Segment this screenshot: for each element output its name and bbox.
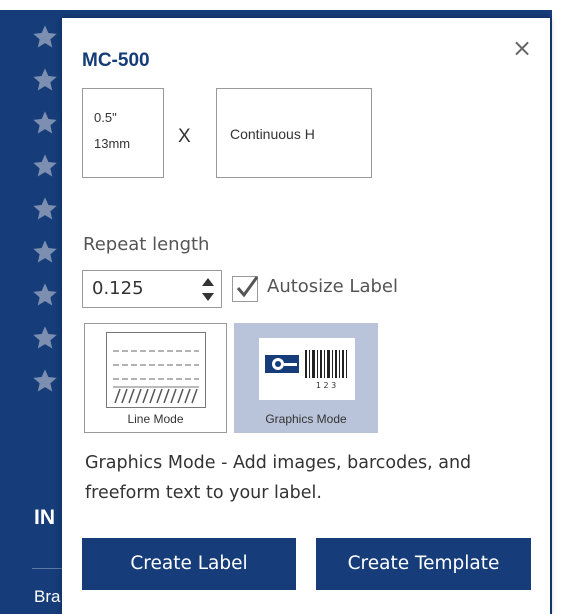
checkmark-icon <box>236 276 259 298</box>
mode-description: Graphics Mode - Add images, barcodes, an… <box>85 453 472 503</box>
star-icon[interactable] <box>31 367 59 395</box>
star-icon[interactable] <box>31 109 59 137</box>
star-icon[interactable] <box>31 281 59 309</box>
line-mode-label: Line Mode <box>127 412 184 426</box>
printer-settings-popup: MC-500 × 0.5" 13mm X Continuous H Repeat… <box>62 18 550 614</box>
popup-title: MC-500 <box>82 50 150 71</box>
star-icon[interactable] <box>31 23 59 51</box>
background-divider <box>32 568 62 569</box>
star-icon[interactable] <box>31 324 59 352</box>
autosize-checkbox[interactable] <box>232 276 259 302</box>
spin-down-icon[interactable] <box>202 293 214 301</box>
repeat-length-label: Repeat length <box>83 234 210 255</box>
arrow-icon[interactable]: ❯ <box>552 525 564 551</box>
barcode-digits: 1 2 3 <box>316 381 336 390</box>
line-mode-icon <box>106 332 206 408</box>
graphics-mode-icon: 1 2 3 <box>259 338 355 400</box>
background-top-strip <box>0 0 564 10</box>
graphics-mode-label: Graphics Mode <box>265 412 347 426</box>
background-subtext: Bra <box>34 587 61 606</box>
graphics-mode-button[interactable]: 1 2 3 Graphics Mode <box>234 323 378 433</box>
star-icon[interactable] <box>31 66 59 94</box>
label-length-box[interactable]: Continuous H <box>216 88 372 178</box>
background-right-strip <box>552 10 564 614</box>
line-mode-button[interactable]: Line Mode <box>84 323 227 433</box>
label-width-inches: 0.5" <box>94 110 117 125</box>
spin-up-icon[interactable] <box>202 278 214 286</box>
close-button[interactable]: × <box>508 34 536 62</box>
label-width-box[interactable]: 0.5" 13mm <box>82 88 164 178</box>
label-width-mm: 13mm <box>94 136 131 151</box>
star-icon[interactable] <box>31 152 59 180</box>
create-template-button[interactable]: Create Template <box>316 538 531 590</box>
autosize-label[interactable]: Autosize Label <box>267 276 398 297</box>
star-icon[interactable] <box>31 238 59 266</box>
repeat-length-stepper[interactable] <box>198 271 220 307</box>
create-label-button[interactable]: Create Label <box>82 538 296 590</box>
times-symbol: X <box>178 126 191 147</box>
star-icon[interactable] <box>31 195 59 223</box>
background-heading: IN <box>34 506 55 529</box>
